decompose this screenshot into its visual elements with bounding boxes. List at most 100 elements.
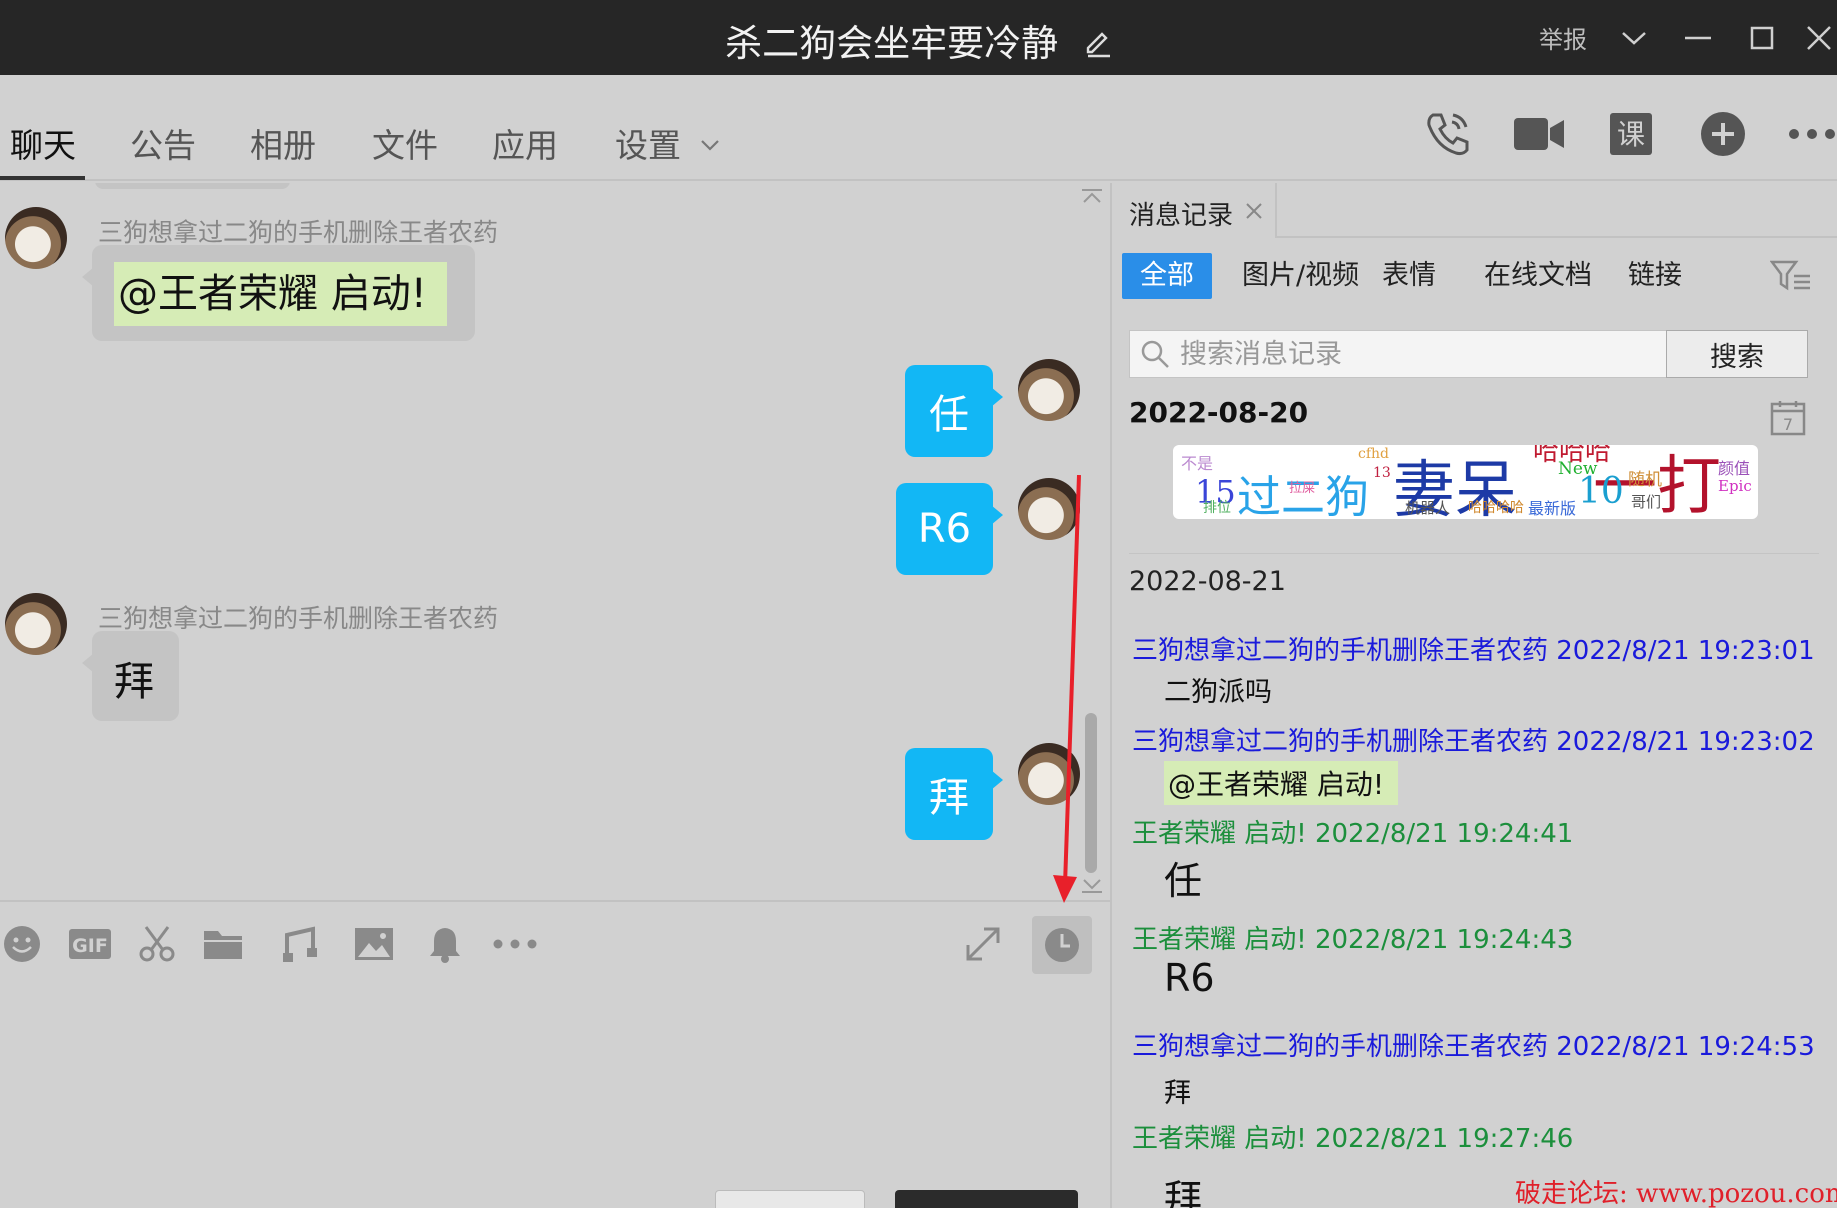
watermark-text: 破走论坛: www.pozou.com [1515,1179,1837,1208]
record-text: 任 [1164,859,1203,903]
filter-all[interactable]: 全部 [1122,253,1212,299]
maximize-icon[interactable] [1740,0,1784,75]
send-button[interactable] [895,1190,1078,1208]
search-input[interactable] [1180,338,1640,370]
wordcloud-word: cfhd [1358,446,1390,462]
wordcloud-word: 13 [1373,465,1391,481]
wordcloud-word: 排位 [1203,500,1231,516]
tab-chat[interactable]: 聊天 [10,119,76,167]
search-icon [1141,340,1169,368]
minimize-icon[interactable] [1676,0,1720,75]
search-field [1129,330,1669,378]
wordcloud-word: 哈哈哈哈 [1468,500,1524,516]
filter-links[interactable]: 链接 [1628,253,1682,299]
date-header: 2022-08-21 [1129,566,1286,597]
scissors-icon[interactable] [137,924,177,964]
tab-announcement[interactable]: 公告 [130,119,196,167]
chat-message-area: 三狗想拿过二狗的手机删除王者农药 @王者荣耀 启动! 任 R6 三狗想拿过二狗的… [0,183,1110,900]
filter-media[interactable]: 图片/视频 [1242,253,1359,299]
record-text: 二狗派吗 [1164,677,1272,708]
history-clock-icon[interactable] [1032,916,1092,974]
wordcloud-word: 机器人 [1405,499,1451,517]
tab-divider [1277,236,1837,238]
gif-icon[interactable]: GIF [68,924,112,964]
record-mention: @王者荣耀 启动! [1164,761,1399,805]
avatar[interactable] [5,207,67,269]
history-tab-label: 消息记录 [1129,201,1234,231]
report-button[interactable]: 举报 [1530,0,1596,75]
tab-settings-label: 设置 [615,126,681,165]
wordcloud-word: 哥们 [1631,493,1662,511]
message-bubble[interactable]: 任 [905,365,1003,457]
tab-album[interactable]: 相册 [250,119,316,167]
svg-text:课: 课 [1617,118,1645,151]
tab-settings[interactable]: 设置 [615,119,720,167]
wordcloud-word: 哈哈哈 [1533,445,1612,467]
record-header: 三狗想拿过二狗的手机删除王者农药 2022/8/21 19:24:53 [1132,1032,1815,1062]
separator [1129,553,1819,554]
more-icon[interactable] [1785,107,1837,161]
image-icon[interactable] [354,924,394,964]
wordcloud-word: Epic [1718,477,1752,495]
bell-icon[interactable] [425,924,465,964]
record-header: 王者荣耀 启动! 2022/8/21 19:27:46 [1132,1124,1574,1154]
search-button[interactable]: 搜索 [1666,330,1808,378]
annotation-arrow [1053,475,1081,903]
filter-stickers[interactable]: 表情 [1382,253,1436,299]
video-call-icon[interactable] [1512,107,1566,161]
emoji-icon[interactable] [2,924,42,964]
chevron-down-icon[interactable] [1614,0,1654,75]
message-input[interactable] [0,983,1110,1208]
tab-files[interactable]: 文件 [372,119,438,167]
collapse-up-icon[interactable] [1080,188,1104,206]
svg-text:7: 7 [1783,415,1793,434]
record-text: 拜 [1164,1078,1191,1109]
message-bubble[interactable]: @王者荣耀 启动! [82,245,475,341]
close-icon[interactable] [1800,0,1837,75]
history-tab[interactable]: 消息记录 [1112,183,1277,238]
close-icon[interactable] [1244,201,1264,221]
input-toolbar: GIF [0,900,1110,983]
tab-apps[interactable]: 应用 [492,119,558,167]
more-icon[interactable] [492,924,538,964]
message-bubble[interactable]: R6 [896,483,1003,575]
record-header: 王者荣耀 启动! 2022/8/21 19:24:41 [1132,819,1574,849]
wordcloud-image[interactable]: 15 过二狗 妻呆 一打 10 不是 cfhd 13 New 随机 颜值 Epi… [1173,445,1758,519]
tab-bar: 聊天 公告 相册 文件 应用 设置 课 [0,75,1837,181]
sender-name: 三狗想拿过二狗的手机删除王者农药 [98,604,499,633]
folder-icon[interactable] [203,924,243,964]
wordcloud-word: 随机 [1628,470,1662,490]
record-text: 拜 [1164,1177,1203,1208]
expand-icon[interactable] [963,924,1003,964]
message-text: 任 [929,392,969,438]
chevron-down-icon [700,140,719,151]
edit-icon[interactable] [1084,30,1112,58]
message-bubble[interactable]: 拜 [905,748,1003,840]
phone-icon[interactable] [1421,107,1475,161]
previous-bubble-edge [95,183,290,189]
add-circle-icon[interactable] [1696,107,1750,161]
filter-settings-icon[interactable] [1770,258,1812,294]
message-text: R6 [917,506,972,552]
mention-text: @王者荣耀 启动! [114,262,447,326]
message-bubble[interactable]: 拜 [82,631,179,721]
close-button[interactable] [715,1190,865,1208]
message-text: 拜 [114,659,154,705]
music-icon[interactable] [278,924,318,964]
group-name: 杀二狗会坐牢要冷静 [725,22,1059,65]
calendar-icon[interactable]: 7 [1770,400,1806,436]
wordcloud-word: 不是 [1181,454,1214,473]
avatar[interactable] [1018,359,1080,421]
avatar[interactable] [5,593,67,655]
wordcloud-word: 颜值 [1718,459,1751,478]
record-header: 三狗想拿过二狗的手机删除王者农药 2022/8/21 19:23:02 [1132,727,1815,757]
class-icon[interactable]: 课 [1604,107,1658,161]
filter-online-docs[interactable]: 在线文档 [1484,253,1592,299]
record-header: 三狗想拿过二狗的手机删除王者农药 2022/8/21 19:23:01 [1132,636,1815,666]
svg-text:GIF: GIF [72,935,108,957]
active-tab-indicator [0,176,85,180]
wordcloud-word: 拉屎 [1289,481,1316,496]
message-text: 拜 [929,775,969,821]
record-header: 王者荣耀 启动! 2022/8/21 19:24:43 [1132,925,1574,955]
title-bar: 杀二狗会坐牢要冷静 举报 [0,0,1837,75]
